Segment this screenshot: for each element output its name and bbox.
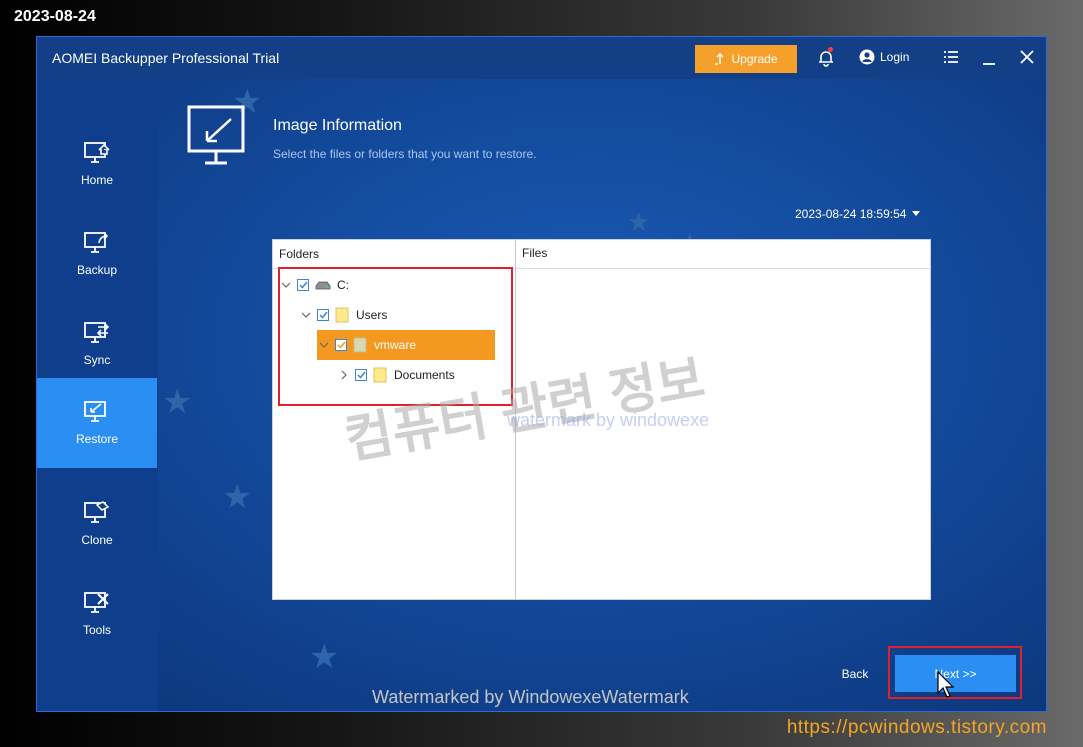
watermark-bottom: Watermarked by WindowexeWatermark xyxy=(372,687,689,707)
home-monitor-icon xyxy=(84,142,110,163)
image-information-icon xyxy=(187,105,245,165)
restore-monitor-icon xyxy=(84,401,106,422)
clone-monitor-icon xyxy=(84,501,110,523)
upgrade-button[interactable]: Upgrade xyxy=(695,45,797,73)
sidebar-item-label: Restore xyxy=(75,432,119,446)
sidebar-item-label: Tools xyxy=(82,623,111,637)
sidebar-item-home[interactable]: Home xyxy=(37,119,157,209)
back-button[interactable]: Back xyxy=(827,661,883,687)
sidebar-item-restore[interactable]: Restore xyxy=(37,378,157,468)
sidebar-item-sync[interactable]: Sync xyxy=(37,299,157,389)
sidebar-item-label: Home xyxy=(80,173,113,187)
sidebar-item-label: Clone xyxy=(81,533,113,547)
backup-timestamp: 2023-08-24 18:59:54 xyxy=(795,207,907,221)
background-star: ★ xyxy=(162,383,193,421)
backup-time-dropdown[interactable]: 2023-08-24 18:59:54 xyxy=(795,207,921,221)
sidebar-item-label: Sync xyxy=(83,353,111,367)
sidebar-item-label: Backup xyxy=(76,263,118,277)
login-button[interactable]: Login xyxy=(859,49,909,65)
app-window: ★ ★ ★ ★ ★ ★ ★ AOMEI Backupper Profession… xyxy=(36,36,1047,712)
mouse-pointer-icon xyxy=(937,671,955,698)
watermark-center: watermark by windowexe xyxy=(507,410,710,430)
chevron-down-icon xyxy=(912,211,921,216)
sidebar-item-tools[interactable]: Tools xyxy=(37,569,157,659)
upgrade-arrow-icon xyxy=(715,53,725,65)
background-star: ★ xyxy=(309,638,340,676)
sidebar-item-clone[interactable]: Clone xyxy=(37,479,157,569)
page-title: Image Information xyxy=(273,117,402,134)
user-icon xyxy=(859,49,875,65)
background-star: ★ xyxy=(222,478,253,516)
sync-monitor-icon xyxy=(84,322,110,343)
sidebar-item-backup[interactable]: Backup xyxy=(37,209,157,299)
login-label: Login xyxy=(880,50,910,64)
backup-monitor-icon xyxy=(84,232,109,253)
folders-header: Folders xyxy=(273,240,515,269)
title-bar: AOMEI Backupper Professional Trial Upgra… xyxy=(37,37,1046,79)
tools-monitor-icon xyxy=(84,592,109,613)
notification-dot xyxy=(828,47,833,52)
sidebar: Home Backup Sync Restore Clone Tools xyxy=(37,79,158,711)
menu-icon[interactable] xyxy=(943,50,959,64)
bell-icon[interactable] xyxy=(817,49,835,67)
page-subtitle: Select the files or folders that you wan… xyxy=(273,147,537,161)
background-star: ★ xyxy=(627,207,651,237)
date-stamp: 2023-08-24 xyxy=(14,8,96,25)
app-title: AOMEI Backupper Professional Trial xyxy=(52,50,280,66)
site-url: https://pcwindows.tistory.com xyxy=(786,717,1047,738)
files-header: Files xyxy=(516,240,930,269)
minimize-icon[interactable] xyxy=(981,50,997,66)
upgrade-label: Upgrade xyxy=(731,52,778,66)
close-icon[interactable] xyxy=(1019,49,1035,65)
